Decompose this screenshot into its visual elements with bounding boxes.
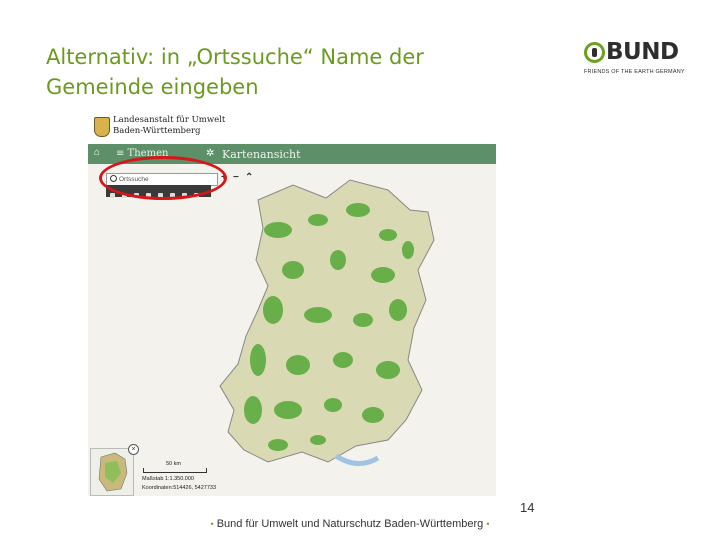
bullet-icon: • xyxy=(210,519,214,529)
map-header: Landesanstalt für Umwelt Baden-Württembe… xyxy=(88,110,496,144)
slide-title: Alternativ: in „Ortssuche“ Name der Geme… xyxy=(46,42,516,102)
bullet-icon: • xyxy=(486,519,490,529)
bund-logo: BUND FRIENDS OF THE EARTH GERMANY xyxy=(584,38,685,78)
coat-of-arms-icon xyxy=(94,117,110,137)
coordinates-readout: Koordinaten:514426, 5427733 xyxy=(142,485,217,491)
scale-label: 50 km xyxy=(166,461,181,467)
bund-logo-ring-icon xyxy=(584,42,605,63)
home-icon[interactable]: ⌂ xyxy=(94,147,100,158)
nav-kartenansicht[interactable]: Kartenansicht xyxy=(222,148,301,161)
agency-name: Landesanstalt für Umwelt Baden-Württembe… xyxy=(113,115,225,137)
close-overview-icon[interactable]: × xyxy=(128,444,139,455)
map-screenshot: Landesanstalt für Umwelt Baden-Württembe… xyxy=(88,110,496,496)
page-number: 14 xyxy=(520,500,535,515)
slide-footer: • Bund für Umwelt und Naturschutz Baden-… xyxy=(0,518,700,530)
agency-name-line-1: Landesanstalt für Umwelt xyxy=(113,115,226,125)
scale-bar xyxy=(143,468,207,473)
bund-logo-tagline: FRIENDS OF THE EARTH GERMANY xyxy=(584,69,685,75)
scale-ratio: Maßstab 1:1.350.000 xyxy=(142,476,194,482)
zoom-out-button[interactable]: − xyxy=(233,172,239,183)
highlight-ring xyxy=(99,156,227,200)
agency-name-line-2: Baden-Württemberg xyxy=(113,126,201,136)
slide-title-line-2: Gemeinde eingeben xyxy=(46,75,259,99)
overview-map-icon xyxy=(98,452,128,492)
settings-icon[interactable]: ✲ xyxy=(206,148,214,159)
overview-map-inset[interactable] xyxy=(90,448,134,496)
tool-back-icon[interactable] xyxy=(110,193,115,198)
bund-logo-word: BUND xyxy=(606,39,679,65)
collapse-button[interactable]: ⌃ xyxy=(245,172,253,183)
footer-text: Bund für Umwelt und Naturschutz Baden-Wü… xyxy=(216,518,484,530)
slide-title-line-1: Alternativ: in „Ortssuche“ Name der xyxy=(46,45,424,69)
